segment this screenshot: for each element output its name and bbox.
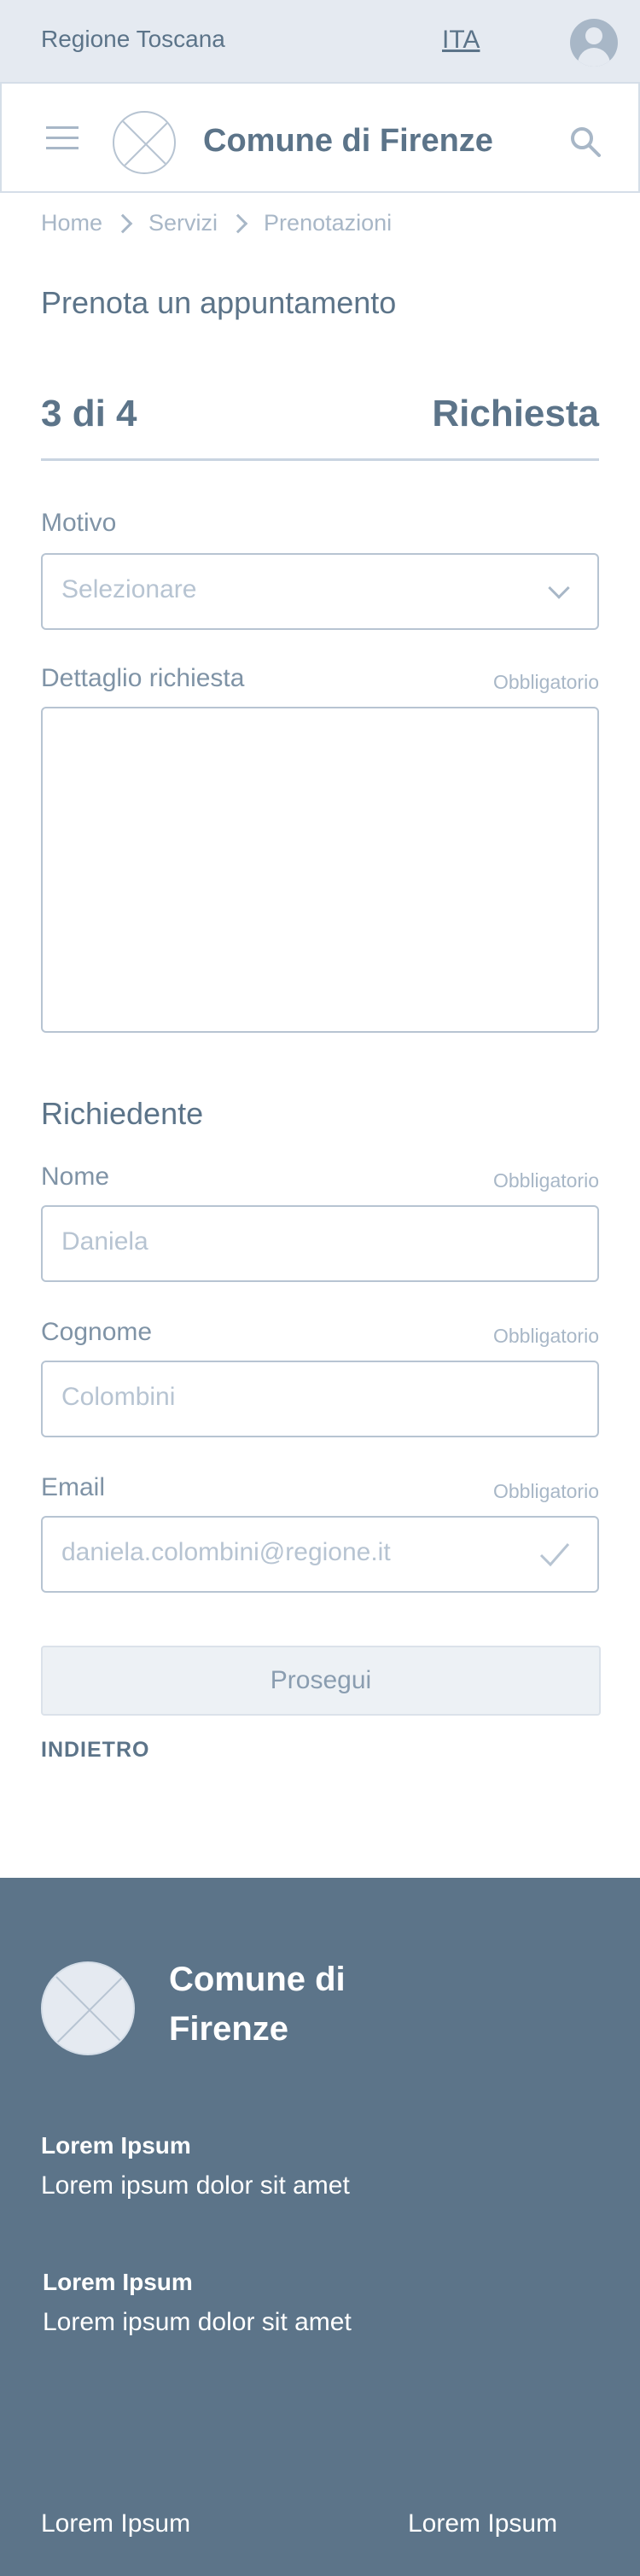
- footer-group-title: Lorem Ipsum: [43, 2269, 193, 2295]
- email-required: Obbligatorio: [492, 1480, 599, 1502]
- nome-label: Nome: [41, 1163, 110, 1191]
- site-footer: Comune di Firenze Lorem Ipsum Lorem ipsu…: [0, 1878, 640, 2576]
- hamburger-menu-icon[interactable]: [46, 126, 79, 150]
- footer-link-left[interactable]: Lorem Ipsum: [41, 2509, 190, 2538]
- top-bar: Regione Toscana ITA: [0, 0, 640, 82]
- motivo-label: Motivo: [41, 509, 117, 537]
- chevron-right-icon: [228, 213, 248, 233]
- user-avatar-icon[interactable]: [570, 19, 618, 67]
- dettaglio-textarea[interactable]: [41, 707, 599, 1033]
- section-title-richiedente: Richiedente: [41, 1096, 204, 1131]
- nome-input[interactable]: Daniela: [41, 1205, 599, 1282]
- motivo-placeholder: Selezionare: [61, 575, 197, 603]
- region-link[interactable]: Regione Toscana: [41, 26, 225, 53]
- language-selector[interactable]: ITA: [442, 26, 480, 55]
- breadcrumb-item-prenotazioni[interactable]: Prenotazioni: [264, 210, 392, 236]
- step-name: Richiesta: [432, 393, 599, 434]
- prosegui-button[interactable]: Prosegui: [41, 1646, 601, 1716]
- footer-group-text[interactable]: Lorem ipsum dolor sit amet: [43, 2308, 352, 2337]
- search-icon[interactable]: [568, 125, 602, 159]
- cognome-label: Cognome: [41, 1318, 153, 1346]
- chevron-right-icon: [113, 213, 133, 233]
- site-title[interactable]: Comune di Firenze: [203, 123, 493, 160]
- logo-placeholder-icon[interactable]: [113, 111, 176, 174]
- step-counter: 3 di 4: [41, 393, 137, 434]
- site-header: Comune di Firenze: [0, 82, 640, 193]
- nome-value: Daniela: [61, 1227, 148, 1256]
- footer-logo-placeholder-icon: [41, 1961, 135, 2055]
- breadcrumb-item-servizi[interactable]: Servizi: [148, 210, 218, 236]
- chevron-down-icon: [548, 577, 570, 599]
- cognome-required: Obbligatorio: [492, 1325, 599, 1347]
- cognome-input[interactable]: Colombini: [41, 1361, 599, 1437]
- step-indicator: 3 di 4 Richiesta: [41, 393, 599, 461]
- page-title: Prenota un appuntamento: [41, 285, 397, 320]
- breadcrumb: Home Servizi Prenotazioni: [41, 210, 392, 236]
- email-input[interactable]: daniela.colombini@regione.it: [41, 1516, 599, 1593]
- footer-title: Comune di Firenze: [169, 1961, 346, 2048]
- nome-required: Obbligatorio: [492, 1169, 599, 1192]
- email-value: daniela.colombini@regione.it: [61, 1538, 391, 1566]
- footer-link-right[interactable]: Lorem Ipsum: [408, 2509, 557, 2538]
- footer-group-text[interactable]: Lorem ipsum dolor sit amet: [41, 2171, 350, 2200]
- email-label: Email: [41, 1473, 106, 1501]
- dettaglio-label: Dettaglio richiesta: [41, 664, 245, 692]
- breadcrumb-item-home[interactable]: Home: [41, 210, 102, 236]
- motivo-select[interactable]: Selezionare: [41, 553, 599, 630]
- dettaglio-required: Obbligatorio: [492, 671, 599, 693]
- indietro-button[interactable]: INDIETRO: [41, 1738, 149, 1763]
- cognome-value: Colombini: [61, 1383, 176, 1411]
- checkmark-icon: [539, 1543, 570, 1567]
- footer-group-title: Lorem Ipsum: [41, 2132, 191, 2159]
